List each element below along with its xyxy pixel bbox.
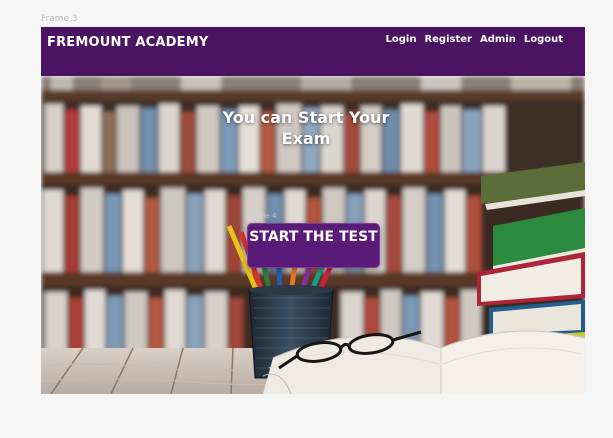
- nav-links: Login Register Admin Logout: [385, 34, 563, 45]
- nav-login-link[interactable]: Login: [385, 34, 416, 45]
- start-test-button[interactable]: START THE TEST: [247, 223, 380, 268]
- nav-register-link[interactable]: Register: [424, 34, 472, 45]
- brand-logo-text[interactable]: FREMOUNT ACADEMY: [47, 35, 208, 50]
- sub-frame-label: Frame 4: [248, 212, 277, 220]
- page-frame: FREMOUNT ACADEMY Login Register Admin Lo…: [41, 27, 585, 394]
- nav-logout-link[interactable]: Logout: [524, 34, 563, 45]
- hero-section: You can Start Your Exam Frame 4 START TH…: [41, 76, 585, 394]
- nav-admin-link[interactable]: Admin: [480, 34, 516, 45]
- navbar: FREMOUNT ACADEMY Login Register Admin Lo…: [41, 27, 585, 76]
- frame-label: Frame 3: [41, 14, 78, 24]
- hero-title: You can Start Your Exam: [222, 108, 390, 148]
